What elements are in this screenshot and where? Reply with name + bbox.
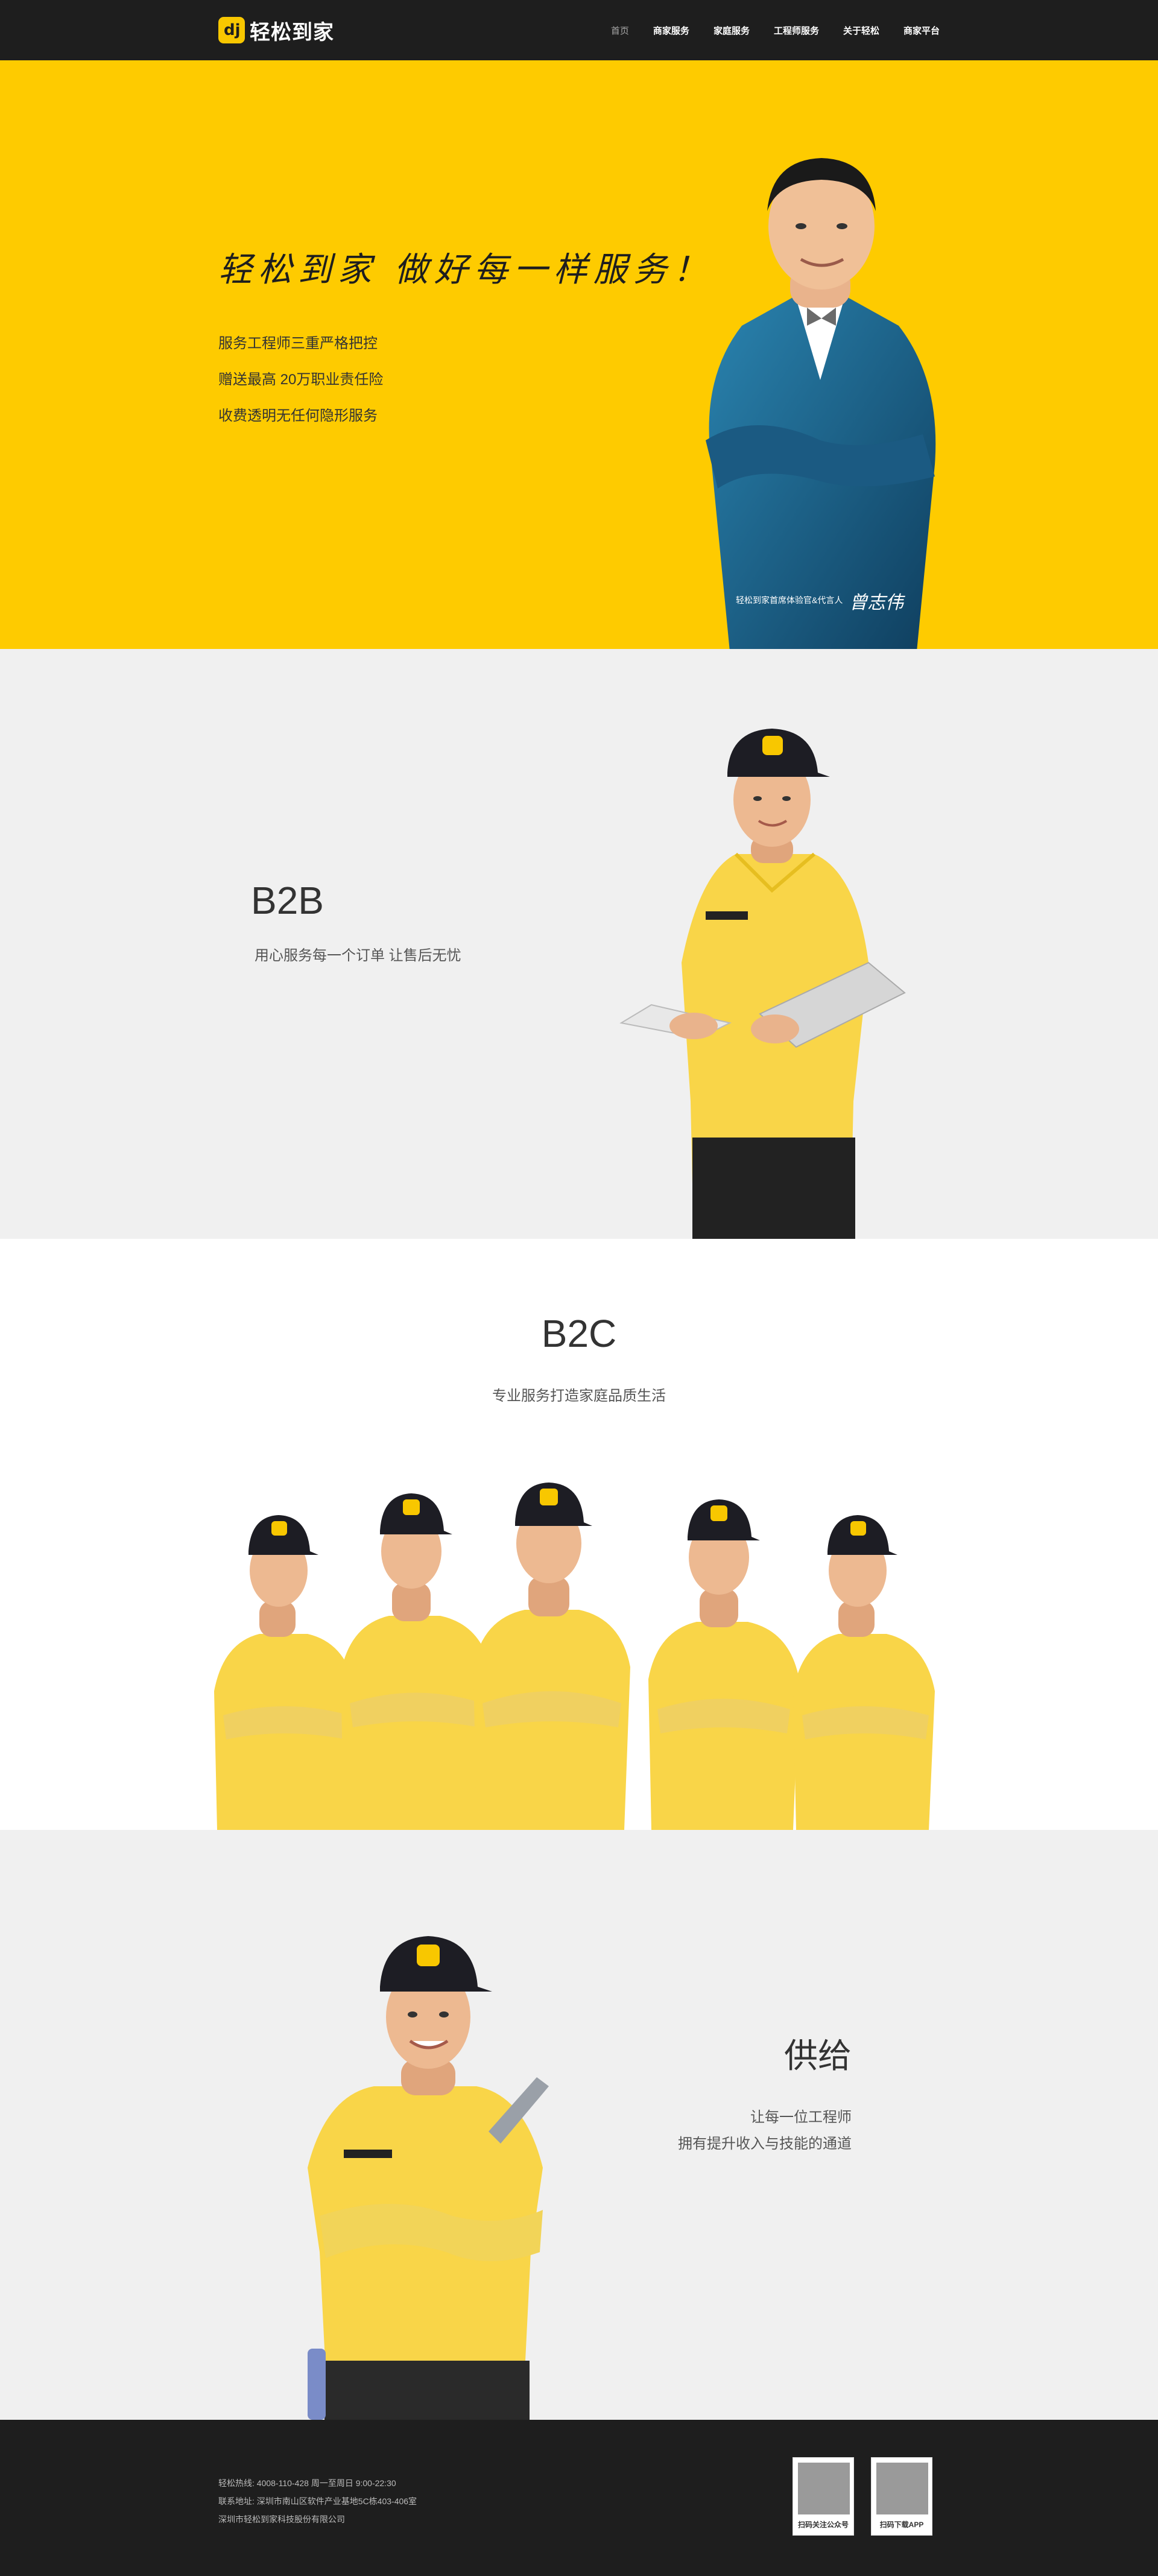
footer-hotline: 轻松热线: 4008-110-428 周一至周日 9:00-22:30 [218, 2478, 396, 2488]
logo-mark-text: dj [224, 21, 241, 39]
b2b-subtitle: 用心服务每一个订单 让售后无忧 [255, 948, 461, 964]
logo-icon: dj [218, 17, 245, 43]
supply-line-2: 拥有提升收入与技能的通道 [678, 2136, 852, 2152]
b2b-engineer-photo [619, 729, 906, 1239]
b2b-title: B2B [251, 879, 324, 922]
b2c-subtitle: 专业服务打造家庭品质生活 [492, 1388, 666, 1404]
supply-title: 供给 [784, 2037, 852, 2076]
hero-banner: 轻松到家 做好每一样服务！ 服务工程师三重严格把控 赠送最高 20万职业责任险 … [0, 60, 1158, 649]
nav-item-merchant-service[interactable]: 商家服务 [653, 24, 689, 37]
footer-company: 深圳市轻松到家科技股份有限公司 [218, 2514, 345, 2524]
qr-app-label: 扫码下载APP [879, 2521, 924, 2529]
qr-wechat: 扫码关注公众号 [793, 2457, 854, 2536]
nav-item-merchant-platform[interactable]: 商家平台 [903, 24, 940, 37]
logo[interactable]: dj 轻松到家 [218, 16, 334, 45]
nav-item-family-service[interactable]: 家庭服务 [713, 24, 750, 37]
qr-code-icon [798, 2463, 850, 2514]
hero-point: 收费透明无任何隐形服务 [218, 408, 378, 424]
b2c-section: B2C 专业服务打造家庭品质生活 [0, 1239, 1158, 1830]
hero-title: 轻松到家 做好每一样服务！ [218, 250, 713, 290]
hero-point: 服务工程师三重严格把控 [218, 335, 378, 352]
b2c-title: B2C [541, 1312, 617, 1355]
supply-line-1: 让每一位工程师 [750, 2109, 852, 2125]
spokesperson-photo [706, 158, 936, 649]
nav-item-engineer-service[interactable]: 工程师服务 [774, 24, 819, 37]
nav-item-home[interactable]: 首页 [611, 24, 629, 37]
supply-section: 供给 让每一位工程师 拥有提升收入与技能的通道 [0, 1830, 1158, 2420]
spokesperson-signature: 曾志伟 [849, 592, 903, 613]
footer-contact-info: 轻松热线: 4008-110-428 周一至周日 9:00-22:30 联系地址… [218, 2474, 417, 2528]
top-navbar: dj 轻松到家 首页 商家服务 家庭服务 工程师服务 关于轻松 商家平台 [0, 0, 1158, 60]
b2c-engineers-group-photo [214, 1483, 935, 1830]
supply-engineer-photo [308, 1936, 549, 2420]
qr-wechat-label: 扫码关注公众号 [797, 2521, 849, 2529]
hero-point: 赠送最高 20万职业责任险 [218, 372, 384, 388]
qr-app: 扫码下载APP [871, 2457, 932, 2536]
qr-code-icon [876, 2463, 928, 2514]
footer: 轻松热线: 4008-110-428 周一至周日 9:00-22:30 联系地址… [0, 2420, 1158, 2576]
main-menu: 首页 商家服务 家庭服务 工程师服务 关于轻松 商家平台 [587, 0, 940, 60]
b2b-section: B2B 用心服务每一个订单 让售后无忧 [0, 649, 1158, 1239]
footer-address: 联系地址: 深圳市南山区软件产业基地5C栋403-406室 [218, 2496, 417, 2506]
spokesperson-caption: 轻松到家首席体验官&代言人 [736, 595, 843, 605]
nav-item-about[interactable]: 关于轻松 [843, 24, 879, 37]
hero-points: 服务工程师三重严格把控 赠送最高 20万职业责任险 收费透明无任何隐形服务 [218, 326, 383, 434]
logo-text: 轻松到家 [250, 20, 334, 45]
